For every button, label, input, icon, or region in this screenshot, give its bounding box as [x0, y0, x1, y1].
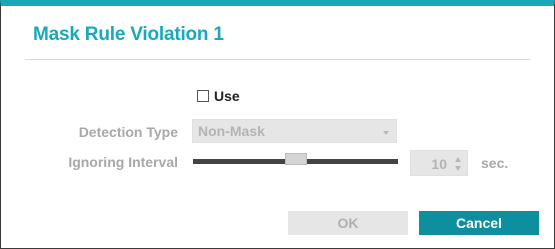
stepper-up-icon[interactable]: [455, 157, 461, 162]
use-label: Use: [214, 88, 240, 104]
ignoring-interval-stepper[interactable]: 10: [410, 150, 468, 176]
dialog-title: Mask Rule Violation 1: [33, 24, 224, 45]
detection-type-value: Non-Mask: [198, 123, 265, 139]
detection-type-select[interactable]: Non-Mask: [192, 119, 397, 143]
stepper-down-icon[interactable]: [455, 166, 461, 171]
slider-handle[interactable]: [285, 153, 307, 165]
use-option[interactable]: Use: [197, 88, 240, 104]
ignoring-interval-label: Ignoring Interval: [68, 154, 178, 170]
use-checkbox[interactable]: [197, 90, 209, 102]
chevron-down-icon: [383, 131, 389, 135]
interval-unit: sec.: [481, 155, 509, 171]
ignoring-interval-value: 10: [431, 156, 447, 172]
cancel-button[interactable]: Cancel: [419, 211, 539, 235]
detection-type-label: Detection Type: [78, 124, 178, 140]
mask-rule-dialog: Mask Rule Violation 1 Use Detection Type…: [0, 0, 555, 249]
title-divider: [25, 59, 530, 60]
ok-button[interactable]: OK: [288, 211, 408, 235]
